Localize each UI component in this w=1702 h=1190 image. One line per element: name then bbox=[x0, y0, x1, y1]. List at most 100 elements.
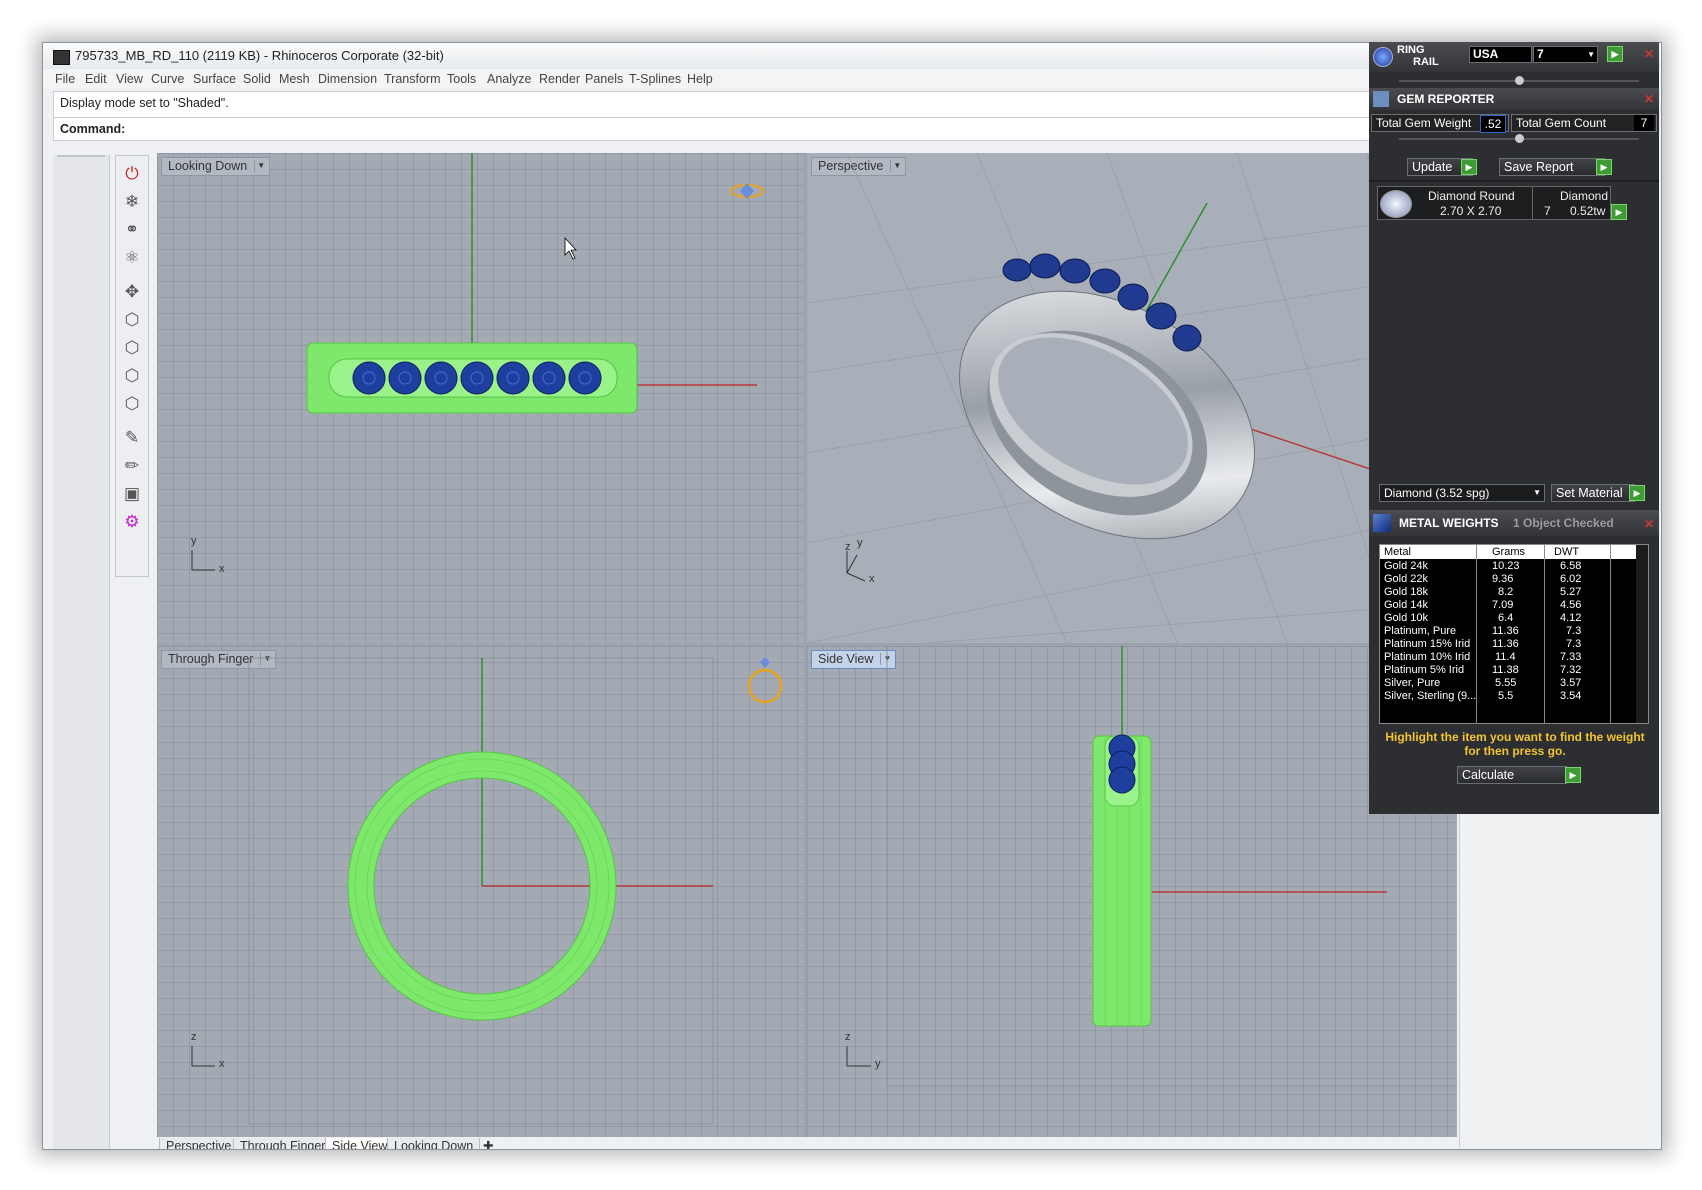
power-icon[interactable]: ⏻ bbox=[120, 162, 144, 186]
menu-help[interactable]: Help bbox=[687, 72, 713, 86]
gear-icon[interactable]: ⚙ bbox=[120, 510, 144, 534]
axis-label-z: z bbox=[845, 1031, 851, 1043]
viewport-perspective[interactable]: Perspective ▼ z y x bbox=[807, 153, 1457, 643]
gem-reporter-title: GEM REPORTER bbox=[1397, 92, 1495, 106]
metal-weights-status: 1 Object Checked bbox=[1513, 516, 1614, 530]
menu-surface[interactable]: Surface bbox=[193, 72, 236, 86]
menu-render[interactable]: Render bbox=[539, 72, 580, 86]
gem-list-row[interactable]: Diamond Round 2.70 X 2.70 Diamond 7 0.52… bbox=[1377, 186, 1611, 220]
set-material-label: Set Material bbox=[1556, 486, 1623, 500]
menu-tsplines[interactable]: T-Splines bbox=[629, 72, 681, 86]
through-finger-scene bbox=[191, 657, 783, 1125]
metal-row[interactable]: Silver, Sterling (9... 5.5 3.54 bbox=[1380, 690, 1636, 703]
gem-count: 7 bbox=[1544, 204, 1551, 218]
menu-dimension[interactable]: Dimension bbox=[318, 72, 377, 86]
viewport-looking-down[interactable]: Looking Down ▼ y x bbox=[157, 153, 804, 643]
perspective-scene bbox=[807, 153, 1457, 643]
total-count-value: 7 bbox=[1634, 115, 1654, 131]
ring-rail-go-button[interactable]: ▶ bbox=[1607, 46, 1623, 62]
table-scrollbar[interactable] bbox=[1636, 545, 1648, 723]
viewport-area: Looking Down ▼ y x Perspective ▼ z y x T… bbox=[157, 153, 1457, 1137]
metal-row[interactable]: Silver, Pure 5.55 3.57 bbox=[1380, 677, 1636, 690]
col-grams: Grams bbox=[1492, 546, 1525, 558]
menu-file[interactable]: File bbox=[55, 72, 75, 86]
material-select-value: Diamond (3.52 spg) bbox=[1384, 486, 1490, 500]
menu-mesh[interactable]: Mesh bbox=[279, 72, 310, 86]
gem-size: 2.70 X 2.70 bbox=[1440, 204, 1502, 218]
viewport-through-finger[interactable]: Through Finger ▼ z x bbox=[157, 646, 804, 1137]
side-toolbar: ⏻ ❄ ⚭ ⚛ ✥ ⬡ ⬡ ⬡ ⬡ ✎ ✏ ▣ ⚙ bbox=[115, 155, 149, 577]
view-indicator-gem bbox=[760, 657, 770, 668]
cursor-icon bbox=[564, 236, 577, 260]
set-material-go-button[interactable]: ▶ bbox=[1629, 485, 1645, 501]
gem-slider-thumb[interactable] bbox=[1515, 134, 1524, 143]
menu-analyze[interactable]: Analyze bbox=[487, 72, 531, 86]
save-report-button[interactable]: Save Report bbox=[1499, 158, 1605, 176]
metal-weights-table[interactable]: Metal Grams DWT Gold 24k 10.23 6.58 Gold 2… bbox=[1379, 544, 1649, 724]
total-weight-box: Total Gem Weight .52 bbox=[1371, 114, 1509, 133]
metal-row[interactable]: Platinum 5% Irid 11.38 7.32 bbox=[1380, 664, 1636, 677]
close-icon[interactable]: ✕ bbox=[1643, 48, 1655, 60]
menu-tools[interactable]: Tools bbox=[447, 72, 476, 86]
metal-row[interactable]: Platinum 15% Irid 11.36 7.3 bbox=[1380, 638, 1636, 651]
menu-panels[interactable]: Panels bbox=[585, 72, 623, 86]
col-metal: Metal bbox=[1384, 546, 1411, 558]
metal-row[interactable]: Gold 10k 6.4 4.12 bbox=[1380, 612, 1636, 625]
move-icon[interactable]: ✥ bbox=[120, 280, 144, 304]
calculate-go-button[interactable]: ▶ bbox=[1565, 767, 1581, 783]
menu-solid[interactable]: Solid bbox=[243, 72, 271, 86]
add-tab-icon[interactable]: ✚ bbox=[477, 1138, 499, 1149]
menu-transform[interactable]: Transform bbox=[384, 72, 441, 86]
gem-row-go-button[interactable]: ▶ bbox=[1611, 204, 1627, 220]
paint-icon[interactable]: ✏ bbox=[120, 454, 144, 478]
gem-reporter-icon bbox=[1373, 91, 1389, 107]
calculate-button[interactable]: Calculate bbox=[1457, 766, 1567, 784]
metal-row[interactable]: Gold 22k 9.36 6.02 bbox=[1380, 573, 1636, 586]
close-icon[interactable]: ✕ bbox=[1643, 518, 1655, 530]
metal-row[interactable]: Gold 18k 8.2 5.27 bbox=[1380, 586, 1636, 599]
frame-icon[interactable]: ▣ bbox=[120, 482, 144, 506]
box-side-icon[interactable]: ⬡ bbox=[120, 336, 144, 360]
close-icon[interactable]: ✕ bbox=[1643, 93, 1655, 105]
gem-material: Diamond bbox=[1560, 189, 1609, 203]
app-icon bbox=[53, 50, 70, 65]
metal-row[interactable]: Platinum, Pure 11.36 7.3 bbox=[1380, 625, 1636, 638]
menu-edit[interactable]: Edit bbox=[85, 72, 107, 86]
metal-row[interactable]: Gold 14k 7.09 4.56 bbox=[1380, 599, 1636, 612]
save-report-label: Save Report bbox=[1504, 160, 1574, 174]
metal-row[interactable]: Gold 24k 10.23 6.58 bbox=[1380, 560, 1636, 573]
globe-icon[interactable]: ⚭ bbox=[120, 218, 144, 242]
total-weight-label: Total Gem Weight bbox=[1376, 116, 1472, 130]
jewelry-plugin-panel: RING RAIL USA 7 ▼ ▶ ✕ GEM REPORTER ✕ Tot… bbox=[1369, 42, 1659, 814]
axes-icon[interactable]: ❄ bbox=[120, 190, 144, 214]
menu-view[interactable]: View bbox=[116, 72, 143, 86]
tab-perspective[interactable]: Perspective bbox=[159, 1138, 239, 1149]
box-persp-icon[interactable]: ⬡ bbox=[120, 392, 144, 416]
tab-side-view[interactable]: Side View bbox=[325, 1138, 395, 1149]
metal-row[interactable]: Platinum 10% Irid 11.4 7.33 bbox=[1380, 651, 1636, 664]
tab-through-finger[interactable]: Through Finger bbox=[233, 1138, 333, 1149]
box-top-icon[interactable]: ⬡ bbox=[120, 364, 144, 388]
update-go-button[interactable]: ▶ bbox=[1461, 159, 1477, 175]
ring-size-select[interactable]: 7 ▼ bbox=[1533, 46, 1598, 63]
calculate-label: Calculate bbox=[1462, 768, 1515, 782]
command-prompt[interactable]: Command: bbox=[60, 122, 125, 136]
axis-label-x: x bbox=[219, 1058, 225, 1070]
ring-size-slider-thumb[interactable] bbox=[1515, 76, 1524, 85]
set-material-button[interactable]: Set Material bbox=[1551, 484, 1635, 502]
save-report-go-button[interactable]: ▶ bbox=[1596, 159, 1612, 175]
command-area: Display mode set to "Shaded". Command: bbox=[53, 91, 1415, 141]
nodes-icon[interactable]: ⚛ bbox=[120, 246, 144, 270]
pen-icon[interactable]: ✎ bbox=[120, 426, 144, 450]
box-front-icon[interactable]: ⬡ bbox=[120, 308, 144, 332]
ring-rail-header: RING RAIL USA 7 ▼ ▶ ✕ bbox=[1369, 42, 1659, 72]
material-select[interactable]: Diamond (3.52 spg) ▼ bbox=[1379, 484, 1545, 502]
axis-label-x: x bbox=[869, 573, 875, 585]
ring-region-select[interactable]: USA bbox=[1469, 46, 1532, 63]
menu-curve[interactable]: Curve bbox=[151, 72, 184, 86]
tab-looking-down[interactable]: Looking Down bbox=[387, 1138, 481, 1149]
viewport-side-view[interactable]: Side View ▼ z y bbox=[807, 646, 1457, 1137]
gem-totals-row: Total Gem Weight .52 Total Gem Count 7 bbox=[1371, 114, 1657, 133]
chevron-down-icon: ▼ bbox=[1533, 488, 1541, 497]
total-weight-value: .52 bbox=[1480, 115, 1506, 133]
